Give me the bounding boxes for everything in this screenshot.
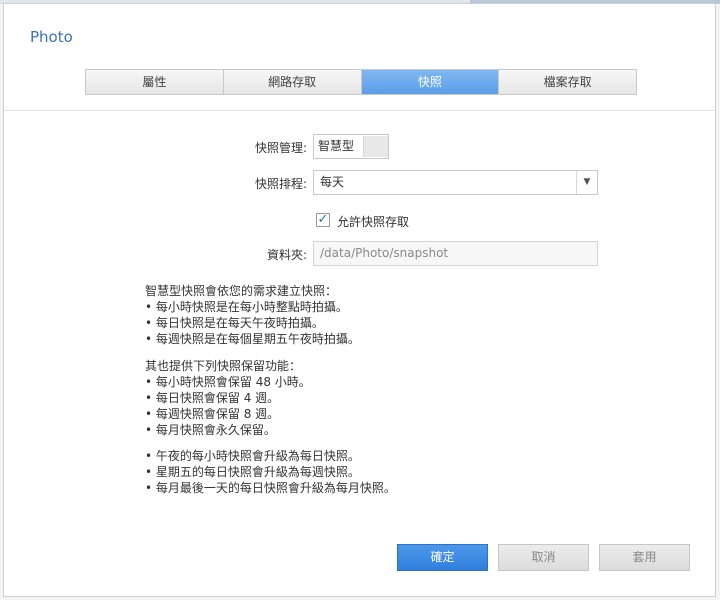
list-item: • 每小時快照會保留 48 小時。 <box>145 375 311 389</box>
list-item: • 每週快照是在每個星期五午夜時拍攝。 <box>145 332 360 346</box>
cancel-button[interactable]: 取消 <box>498 544 589 571</box>
intro-text: 智慧型快照會依您的需求建立快照： <box>145 284 338 298</box>
retention-title: 其也提供下列快照保留功能： <box>145 359 302 373</box>
header-divider <box>4 110 715 111</box>
folder-path-value: /data/Photo/snapshot <box>320 246 449 260</box>
checkmark-icon: ✓ <box>317 212 329 227</box>
tab-snapshot[interactable]: 快照 <box>361 70 500 94</box>
list-item: • 每日快照是在每天午夜時拍攝。 <box>145 316 324 330</box>
snapshot-schedule-select[interactable]: 每天 ▼ <box>313 170 598 195</box>
snapshot-management-label: 快照管理: <box>254 141 307 155</box>
dialog-title: Photo <box>30 28 73 46</box>
tab-properties[interactable]: 屬性 <box>86 70 224 94</box>
list-item: • 每月快照會永久保留。 <box>145 423 276 437</box>
snapshot-schedule-label: 快照排程: <box>254 177 307 191</box>
tab-file-access[interactable]: 檔案存取 <box>499 70 636 94</box>
ok-button[interactable]: 確定 <box>397 544 488 571</box>
apply-button[interactable]: 套用 <box>599 544 690 571</box>
folder-path-field: /data/Photo/snapshot <box>313 241 598 266</box>
allow-snapshot-access-label[interactable]: 允許快照存取 <box>337 213 409 230</box>
list-item: • 午夜的每小時快照會升級為每日快照。 <box>145 449 360 463</box>
snapshot-dialog: Photo 屬性 網路存取 快照 檔案存取 快照管理: 智慧型 快照排程: 每天… <box>3 3 716 597</box>
list-item: • 每日快照會保留 4 週。 <box>145 391 280 405</box>
list-item: • 每月最後一天的每日快照會升級為每月快照。 <box>145 481 396 495</box>
description-block-intro: 智慧型快照會依您的需求建立快照： • 每小時快照是在每小時整點時拍攝。 • 每日… <box>145 283 585 347</box>
tab-network-access[interactable]: 網路存取 <box>224 70 362 94</box>
toggle-knob[interactable] <box>362 136 388 157</box>
description-block-upgrade: • 午夜的每小時快照會升級為每日快照。 • 星期五的每日快照會升級為每週快照。 … <box>145 448 585 496</box>
snapshot-schedule-value: 每天 <box>320 175 345 189</box>
list-item: • 每週快照會保留 8 週。 <box>145 407 280 421</box>
folder-label: 資料夾: <box>266 248 307 262</box>
allow-snapshot-access-checkbox[interactable]: ✓ <box>316 213 330 227</box>
description-block-retention: 其也提供下列快照保留功能： • 每小時快照會保留 48 小時。 • 每日快照會保… <box>145 358 585 438</box>
chevron-down-icon[interactable]: ▼ <box>576 171 597 194</box>
list-item: • 星期五的每日快照會升級為每週快照。 <box>145 465 360 479</box>
tab-bar: 屬性 網路存取 快照 檔案存取 <box>85 69 637 95</box>
snapshot-management-toggle[interactable]: 智慧型 <box>313 134 389 159</box>
list-item: • 每小時快照是在每小時整點時拍攝。 <box>145 300 348 314</box>
snapshot-management-value: 智慧型 <box>318 139 355 153</box>
